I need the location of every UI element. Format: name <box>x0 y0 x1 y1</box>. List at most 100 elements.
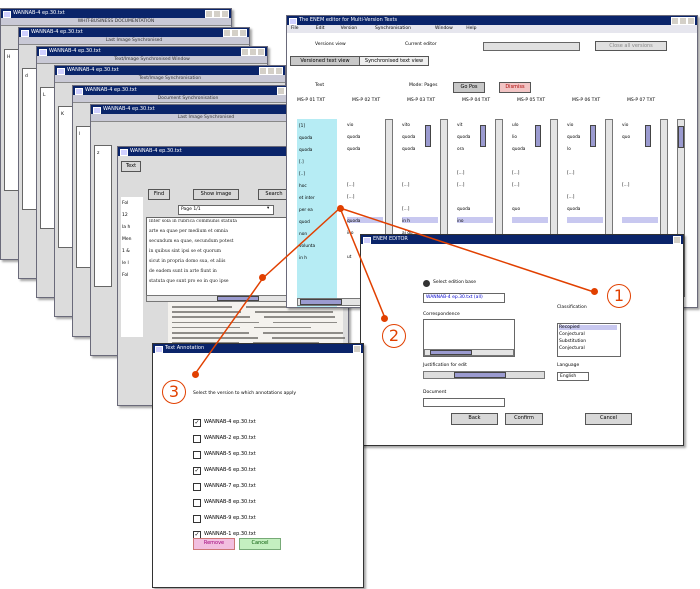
minimize-icon[interactable] <box>223 29 231 37</box>
side-list-item[interactable]: 12 <box>122 213 128 218</box>
maximize-icon[interactable] <box>249 48 257 56</box>
version-checkbox[interactable] <box>193 499 201 507</box>
close-icon[interactable] <box>687 17 695 25</box>
edit-dialog-titlebar[interactable]: ENEM EDITOR <box>361 235 683 244</box>
cancel-button[interactable]: Cancel <box>585 413 632 425</box>
version-cell[interactable]: [...] <box>512 183 546 188</box>
side-list-item[interactable]: 1 & <box>122 249 130 254</box>
version-cell[interactable]: quoda <box>347 219 381 224</box>
version-cell[interactable]: et inter <box>299 196 333 201</box>
tab-text[interactable]: Text <box>121 161 141 172</box>
version-cell[interactable]: volunta <box>299 244 333 249</box>
menu-item-edit[interactable]: Edit <box>316 25 325 33</box>
side-list-item[interactable]: Fol <box>122 273 128 278</box>
version-cell[interactable]: [...] <box>457 183 491 188</box>
close-all-versions-button[interactable]: Close all versions <box>595 41 667 51</box>
version-cell[interactable]: lo <box>567 147 601 152</box>
show-image-button[interactable]: Show image <box>193 189 239 200</box>
menu-item-synchronisation[interactable]: Synchronisation <box>375 25 411 33</box>
close-icon[interactable] <box>353 345 361 353</box>
version-cell[interactable]: quo <box>512 207 546 212</box>
side-list[interactable]: z <box>94 145 112 287</box>
column-header[interactable]: MS-P 04 TXT <box>462 98 490 103</box>
version-cell[interactable]: [...] <box>402 207 436 212</box>
column-header[interactable]: MS-P 07 TXT <box>627 98 655 103</box>
column-header[interactable]: MS-P 03 TXT <box>407 98 435 103</box>
version-cell[interactable]: quoda <box>567 207 601 212</box>
editor-field[interactable] <box>483 42 580 51</box>
side-list-item[interactable]: Fol <box>122 201 128 206</box>
menu-item-file[interactable]: File <box>291 25 299 33</box>
version-cell[interactable]: vit <box>457 123 491 128</box>
version-cell[interactable]: [...] <box>347 195 381 200</box>
menu-item-window[interactable]: Window <box>435 25 453 33</box>
version-cell[interactable]: vio <box>347 123 381 128</box>
version-cell[interactable]: [...] <box>402 183 436 188</box>
document-window-titlebar[interactable]: WANNAB-4 ep.30.txt <box>19 28 249 37</box>
annotation-dialog-titlebar[interactable]: Text Annotation <box>153 344 363 353</box>
version-checkbox[interactable] <box>193 435 201 443</box>
version-cell[interactable]: quoda <box>402 135 436 140</box>
minimize-icon[interactable] <box>205 10 213 18</box>
version-cell[interactable]: lio <box>512 135 546 140</box>
column-header[interactable]: MS-P 05 TXT <box>517 98 545 103</box>
version-cell[interactable]: [..] <box>299 172 333 177</box>
column-header[interactable]: MS-P 01 TXT <box>297 98 325 103</box>
minimize-icon[interactable] <box>241 48 249 56</box>
version-cell[interactable]: [...] <box>622 183 656 188</box>
correspondence-field[interactable] <box>423 319 515 357</box>
confirm-button[interactable]: Confirm <box>505 413 543 425</box>
maximize-icon[interactable] <box>213 10 221 18</box>
scrollbar-thumb[interactable] <box>678 126 684 148</box>
version-cell[interactable]: quoda <box>299 136 333 141</box>
document-window-titlebar[interactable]: WANNAB-4 ep.30.txt <box>37 47 267 56</box>
version-cell[interactable]: quoda <box>457 135 491 140</box>
minimize-icon[interactable] <box>277 87 285 95</box>
side-list-item[interactable]: le l <box>122 261 129 266</box>
version-cell[interactable]: quoda <box>567 135 601 140</box>
version-checkbox[interactable] <box>193 515 201 523</box>
close-icon[interactable] <box>673 236 681 244</box>
go-pos-button[interactable]: Go Pos <box>453 82 485 93</box>
classification-item[interactable]: Conjectural <box>559 346 617 351</box>
find-button[interactable]: Find <box>148 189 170 200</box>
scrollbar-thumb[interactable] <box>300 299 342 305</box>
document-window-titlebar[interactable]: WANNAB-4 ep.30.txt <box>1 9 231 18</box>
menu-item-version[interactable]: Version <box>341 25 358 33</box>
version-cell[interactable]: quoda <box>347 147 381 152</box>
tab-versioned-text-view[interactable]: Versioned text view <box>290 56 360 66</box>
version-cell[interactable]: quoda <box>299 148 333 153</box>
document-window-titlebar[interactable]: WANNAB-4 ep.30.txt <box>73 86 303 95</box>
close-icon[interactable] <box>275 67 283 75</box>
close-icon[interactable] <box>239 29 247 37</box>
justification-slider[interactable] <box>423 371 545 379</box>
side-list-item[interactable]: Men <box>122 237 132 242</box>
classification-list[interactable]: Recopied Conjectural Substitution Conjectur… <box>557 323 621 357</box>
version-cell[interactable]: quo <box>622 135 656 140</box>
version-cell[interactable]: [...] <box>512 171 546 176</box>
version-cell[interactable]: vio <box>622 123 656 128</box>
version-checkbox[interactable]: ✓ <box>193 467 201 475</box>
document-window-titlebar[interactable]: WANNAB-4 ep.30.txt <box>55 66 285 75</box>
tab-synchronised-text-view[interactable]: Synchronised text view <box>359 56 429 66</box>
classification-item[interactable]: Conjectural <box>559 332 617 337</box>
minimize-icon[interactable] <box>671 17 679 25</box>
version-cell[interactable]: quoda <box>402 147 436 152</box>
version-cell[interactable]: ino <box>457 219 491 224</box>
maximize-icon[interactable] <box>679 17 687 25</box>
version-checkbox[interactable] <box>193 483 201 491</box>
version-cell[interactable]: ulo <box>512 123 546 128</box>
document-field[interactable] <box>423 398 505 407</box>
column-header[interactable]: MS-P 02 TXT <box>352 98 380 103</box>
version-select[interactable]: WANNAB-4 ep.30.txt (all) <box>423 293 505 303</box>
scrollbar-thumb[interactable] <box>217 296 259 301</box>
horizontal-scrollbar[interactable] <box>424 349 514 356</box>
cancel-button[interactable]: Cancel <box>239 538 281 550</box>
classification-item[interactable]: Substitution <box>559 339 617 344</box>
chevron-down-icon[interactable]: ▾ <box>267 206 269 211</box>
page-select[interactable]: Page 1/1 ▾ <box>178 205 274 215</box>
scrollbar-thumb[interactable] <box>430 350 472 355</box>
remove-button[interactable]: Remove <box>193 538 235 550</box>
close-icon[interactable] <box>257 48 265 56</box>
side-list-item[interactable]: la h <box>122 225 130 230</box>
